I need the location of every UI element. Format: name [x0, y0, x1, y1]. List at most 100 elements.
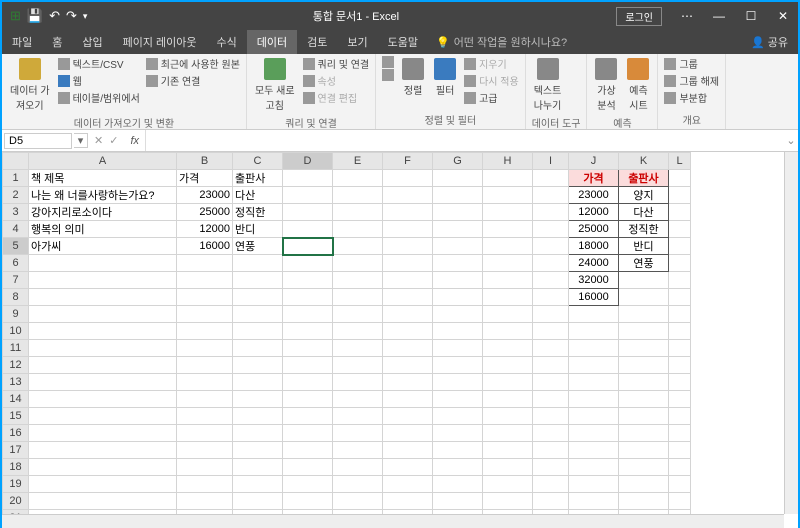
cell-D14[interactable] — [283, 391, 333, 408]
cell-C16[interactable] — [233, 425, 283, 442]
cell-J10[interactable] — [569, 323, 619, 340]
recent-sources-button[interactable]: 최근에 사용한 원본 — [146, 56, 240, 71]
cell-K12[interactable] — [619, 357, 669, 374]
cell-I2[interactable] — [533, 187, 569, 204]
cell-B3[interactable]: 25000 — [177, 204, 233, 221]
cell-I6[interactable] — [533, 255, 569, 272]
cell-E3[interactable] — [333, 204, 383, 221]
cell-C7[interactable] — [233, 272, 283, 289]
cell-I5[interactable] — [533, 238, 569, 255]
cell-K2[interactable]: 양지 — [619, 187, 669, 204]
sort-asc-button[interactable] — [382, 56, 394, 68]
cell-K13[interactable] — [619, 374, 669, 391]
tab-insert[interactable]: 삽입 — [72, 30, 112, 54]
cell-E6[interactable] — [333, 255, 383, 272]
cell-K15[interactable] — [619, 408, 669, 425]
cell-L14[interactable] — [669, 391, 691, 408]
cell-G5[interactable] — [433, 238, 483, 255]
cell-J19[interactable] — [569, 476, 619, 493]
cell-B19[interactable] — [177, 476, 233, 493]
cell-A8[interactable] — [29, 289, 177, 306]
cell-B8[interactable] — [177, 289, 233, 306]
cell-K5[interactable]: 반디 — [619, 238, 669, 255]
cell-A18[interactable] — [29, 459, 177, 476]
row-header-12[interactable]: 12 — [3, 357, 29, 374]
share-button[interactable]: 👤 공유 — [741, 30, 798, 54]
get-data-button[interactable]: 데이터 가 져오기 — [8, 56, 52, 114]
group-button[interactable]: 그룹 — [664, 56, 719, 71]
row-header-10[interactable]: 10 — [3, 323, 29, 340]
cell-J15[interactable] — [569, 408, 619, 425]
row-header-8[interactable]: 8 — [3, 289, 29, 306]
col-header-F[interactable]: F — [383, 153, 433, 170]
tab-file[interactable]: 파일 — [2, 30, 42, 54]
cell-K1[interactable]: 출판사 — [619, 170, 669, 187]
cell-I14[interactable] — [533, 391, 569, 408]
col-header-D[interactable]: D — [283, 153, 333, 170]
cell-E17[interactable] — [333, 442, 383, 459]
cell-G20[interactable] — [433, 493, 483, 510]
cell-F7[interactable] — [383, 272, 433, 289]
cell-L1[interactable] — [669, 170, 691, 187]
cell-H18[interactable] — [483, 459, 533, 476]
cell-A4[interactable]: 행복의 의미 — [29, 221, 177, 238]
cell-F15[interactable] — [383, 408, 433, 425]
cell-K7[interactable] — [619, 272, 669, 289]
maximize-icon[interactable]: ☐ — [736, 9, 766, 23]
cell-E13[interactable] — [333, 374, 383, 391]
cell-A7[interactable] — [29, 272, 177, 289]
cell-D18[interactable] — [283, 459, 333, 476]
cell-F1[interactable] — [383, 170, 433, 187]
cell-H7[interactable] — [483, 272, 533, 289]
cell-H16[interactable] — [483, 425, 533, 442]
cell-G13[interactable] — [433, 374, 483, 391]
cell-J11[interactable] — [569, 340, 619, 357]
cell-G3[interactable] — [433, 204, 483, 221]
cell-A5[interactable]: 아가씨 — [29, 238, 177, 255]
cell-I10[interactable] — [533, 323, 569, 340]
cell-I16[interactable] — [533, 425, 569, 442]
cell-G10[interactable] — [433, 323, 483, 340]
cell-D12[interactable] — [283, 357, 333, 374]
cell-J4[interactable]: 25000 — [569, 221, 619, 238]
col-header-E[interactable]: E — [333, 153, 383, 170]
cell-L15[interactable] — [669, 408, 691, 425]
cell-D17[interactable] — [283, 442, 333, 459]
cell-D11[interactable] — [283, 340, 333, 357]
col-header-C[interactable]: C — [233, 153, 283, 170]
cell-C20[interactable] — [233, 493, 283, 510]
cell-F3[interactable] — [383, 204, 433, 221]
row-header-1[interactable]: 1 — [3, 170, 29, 187]
cell-E16[interactable] — [333, 425, 383, 442]
cell-H10[interactable] — [483, 323, 533, 340]
row-header-19[interactable]: 19 — [3, 476, 29, 493]
cell-L6[interactable] — [669, 255, 691, 272]
cell-F6[interactable] — [383, 255, 433, 272]
col-header-H[interactable]: H — [483, 153, 533, 170]
row-header-6[interactable]: 6 — [3, 255, 29, 272]
cell-B9[interactable] — [177, 306, 233, 323]
cell-B14[interactable] — [177, 391, 233, 408]
cell-D19[interactable] — [283, 476, 333, 493]
cell-K14[interactable] — [619, 391, 669, 408]
tab-help[interactable]: 도움말 — [378, 30, 428, 54]
cell-B10[interactable] — [177, 323, 233, 340]
cell-C1[interactable]: 출판사 — [233, 170, 283, 187]
cell-A6[interactable] — [29, 255, 177, 272]
cell-F8[interactable] — [383, 289, 433, 306]
cell-J17[interactable] — [569, 442, 619, 459]
cell-C4[interactable]: 반디 — [233, 221, 283, 238]
cell-F11[interactable] — [383, 340, 433, 357]
subtotal-button[interactable]: 부분합 — [664, 90, 719, 105]
cell-E10[interactable] — [333, 323, 383, 340]
cell-K11[interactable] — [619, 340, 669, 357]
cell-D6[interactable] — [283, 255, 333, 272]
cell-I19[interactable] — [533, 476, 569, 493]
cell-J14[interactable] — [569, 391, 619, 408]
cell-H8[interactable] — [483, 289, 533, 306]
cell-A17[interactable] — [29, 442, 177, 459]
cell-F9[interactable] — [383, 306, 433, 323]
redo-icon[interactable]: ↷ — [66, 8, 77, 24]
cell-J18[interactable] — [569, 459, 619, 476]
cell-C15[interactable] — [233, 408, 283, 425]
